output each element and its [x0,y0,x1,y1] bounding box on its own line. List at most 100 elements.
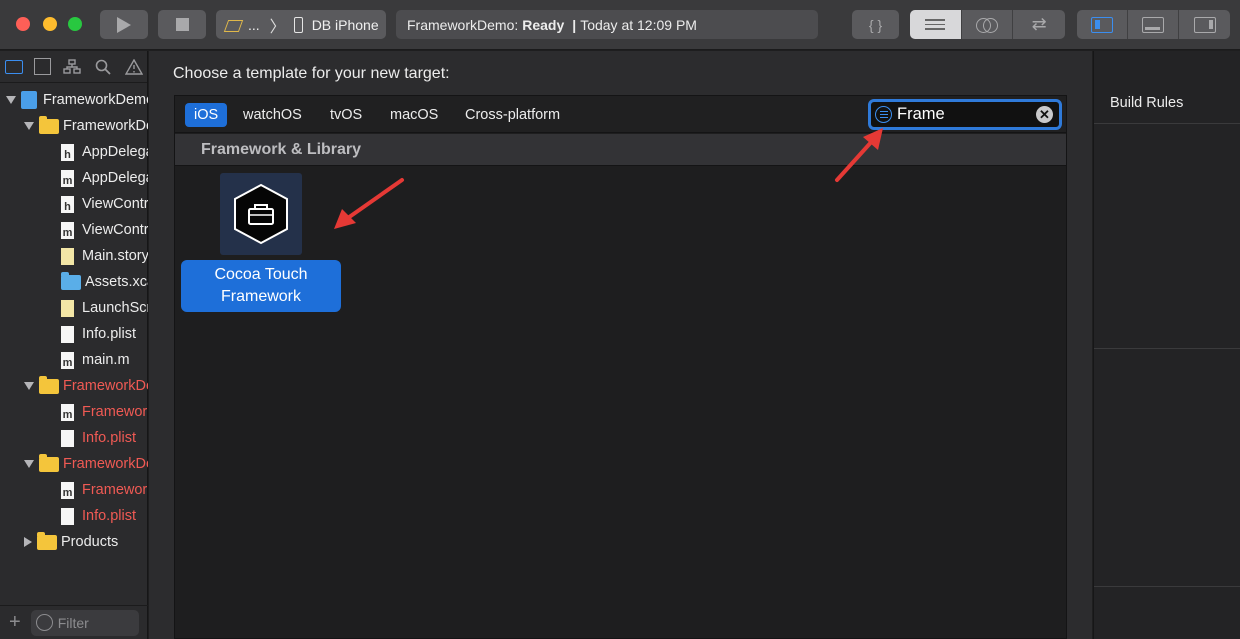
section-header: Framework & Library [175,134,1066,166]
activity-status: FrameworkDemo: Ready | Today at 12:09 PM [396,10,818,39]
cocoa-touch-framework-icon[interactable] [220,173,302,255]
warning-icon[interactable] [124,57,144,77]
source-file-icon: m [61,481,74,499]
disclosure-closed-icon[interactable] [24,537,32,547]
tree-group-row[interactable]: Products [0,529,148,555]
tab-watchos[interactable]: watchOS [234,103,311,127]
filter-icon [35,614,53,631]
tree-item-label: ViewController.m [82,222,148,238]
navigator-filter-input[interactable]: Filter [30,609,139,636]
status-separator: | [572,16,577,33]
disclosure-open-icon[interactable] [24,382,34,390]
tree-file-row[interactable]: m FrameworkDemoTests.m [0,399,148,425]
navigator-filter-bar: + Filter [0,605,148,639]
tree-item-label: LaunchScreen.storyboard [82,300,148,316]
tree-item-label: FrameworkDemo [43,92,148,108]
clear-search-icon[interactable]: ✕ [1036,106,1053,123]
template-name-line2: Framework [220,288,301,305]
template-search-field[interactable]: Frame ✕ [868,99,1062,130]
plist-file-icon [61,429,74,447]
tree-item-label: FrameworkDemo [63,118,148,134]
window-toolbar: ... 〉 DB iPhone FrameworkDemo: Ready | T… [0,0,1240,50]
tab-cross-platform[interactable]: Cross-platform [456,103,569,127]
tree-file-row[interactable]: Main.storyboard [0,243,148,269]
navigator-tabs [0,51,147,83]
tree-item-label: ViewController.h [82,196,148,212]
divider [1094,348,1240,349]
tab-tvos[interactable]: tvOS [321,103,371,127]
right-panel-icon [1193,16,1216,33]
tree-file-row[interactable]: m AppDelegate.m [0,165,148,191]
scheme-selector[interactable]: ... 〉 DB iPhone [216,10,386,39]
zoom-window-button[interactable] [68,17,82,31]
source-file-icon: h [61,143,74,161]
build-rules-tab[interactable]: Build Rules [1110,95,1183,111]
stop-button[interactable] [158,10,206,39]
search-input-value[interactable]: Frame [897,105,1036,124]
disclosure-open-icon[interactable] [24,460,34,468]
tree-file-row[interactable]: LaunchScreen.storyboard [0,295,148,321]
tree-item-label: FrameworkDemoTests [63,378,148,394]
folder-icon [39,375,59,394]
tree-item-label: Products [61,534,119,550]
status-project: FrameworkDemo: [407,16,519,33]
tree-item-label: Info.plist [82,430,136,446]
tree-item-label: main.m [82,352,130,368]
status-state: Ready [522,16,565,33]
tab-macos[interactable]: macOS [381,103,447,127]
folder-icon[interactable] [5,59,23,74]
tree-file-row[interactable]: Info.plist [0,425,148,451]
divider [1094,123,1240,124]
play-icon [117,16,131,33]
asset-catalog-icon [61,271,81,290]
toggle-debug-area-button[interactable] [1128,10,1179,39]
symbol-hierarchy-icon[interactable] [62,57,82,77]
device-name[interactable]: DB iPhone [312,17,379,33]
tree-item-label: Main.storyboard [82,248,148,264]
search-icon[interactable] [93,57,113,77]
tree-group-row[interactable]: FrameworkDemoTests [0,373,148,399]
tab-ios[interactable]: iOS [185,103,228,127]
add-file-button[interactable]: + [9,611,21,634]
template-chooser-sheet: iOS watchOS tvOS macOS Cross-platform Fr… [174,95,1067,639]
tree-file-row[interactable]: Assets.xcassets [0,269,148,295]
tree-group-row[interactable]: FrameworkDemo [0,113,148,139]
version-editor-button[interactable]: ⇄ [1013,10,1065,39]
run-button[interactable] [100,10,148,39]
toggle-inspector-button[interactable] [1179,10,1230,39]
close-window-button[interactable] [16,17,30,31]
minimize-window-button[interactable] [43,17,57,31]
code-library-button[interactable]: { } [852,10,899,39]
tree-item-label: AppDelegate.m [82,170,148,186]
panel-toggle-group [1077,10,1230,39]
tree-file-row[interactable]: h ViewController.h [0,191,148,217]
tree-group-row[interactable]: FrameworkDemo [0,87,148,113]
storyboard-file-icon [61,247,74,265]
tree-file-row[interactable]: m ViewController.m [0,217,148,243]
tree-file-row[interactable]: m main.m [0,347,148,373]
standard-editor-button[interactable] [910,10,962,39]
cocoa-touch-framework-label[interactable]: Cocoa Touch Framework [181,260,341,312]
disclosure-open-icon[interactable] [24,122,34,130]
template-name-line1: Cocoa Touch [214,266,308,283]
tree-file-row[interactable]: h AppDelegate.h [0,139,148,165]
filter-placeholder: Filter [57,614,89,631]
assistant-editor-button[interactable] [962,10,1014,39]
stop-icon [175,18,189,31]
tree-file-row[interactable]: Info.plist [0,321,148,347]
source-control-icon[interactable] [34,58,51,75]
tree-item-label: FrameworkDemoTests.m [82,404,148,420]
platform-tab-bar: iOS watchOS tvOS macOS Cross-platform Fr… [175,96,1066,133]
plist-file-icon [61,507,74,525]
bottom-panel-icon [1142,16,1164,33]
tree-file-row[interactable]: m FrameworkDemoUITests.m [0,477,148,503]
build-settings-pane: Build Rules [1093,51,1240,639]
toggle-navigator-button[interactable] [1077,10,1128,39]
editor-mode-group: ⇄ [910,10,1065,39]
tree-file-row[interactable]: Info.plist [0,503,148,529]
source-file-icon: m [61,169,74,187]
tree-group-row[interactable]: FrameworkDemoUITests [0,451,148,477]
status-time: Today at 12:09 PM [580,16,697,33]
disclosure-open-icon[interactable] [6,96,16,104]
iphone-icon [293,16,303,33]
